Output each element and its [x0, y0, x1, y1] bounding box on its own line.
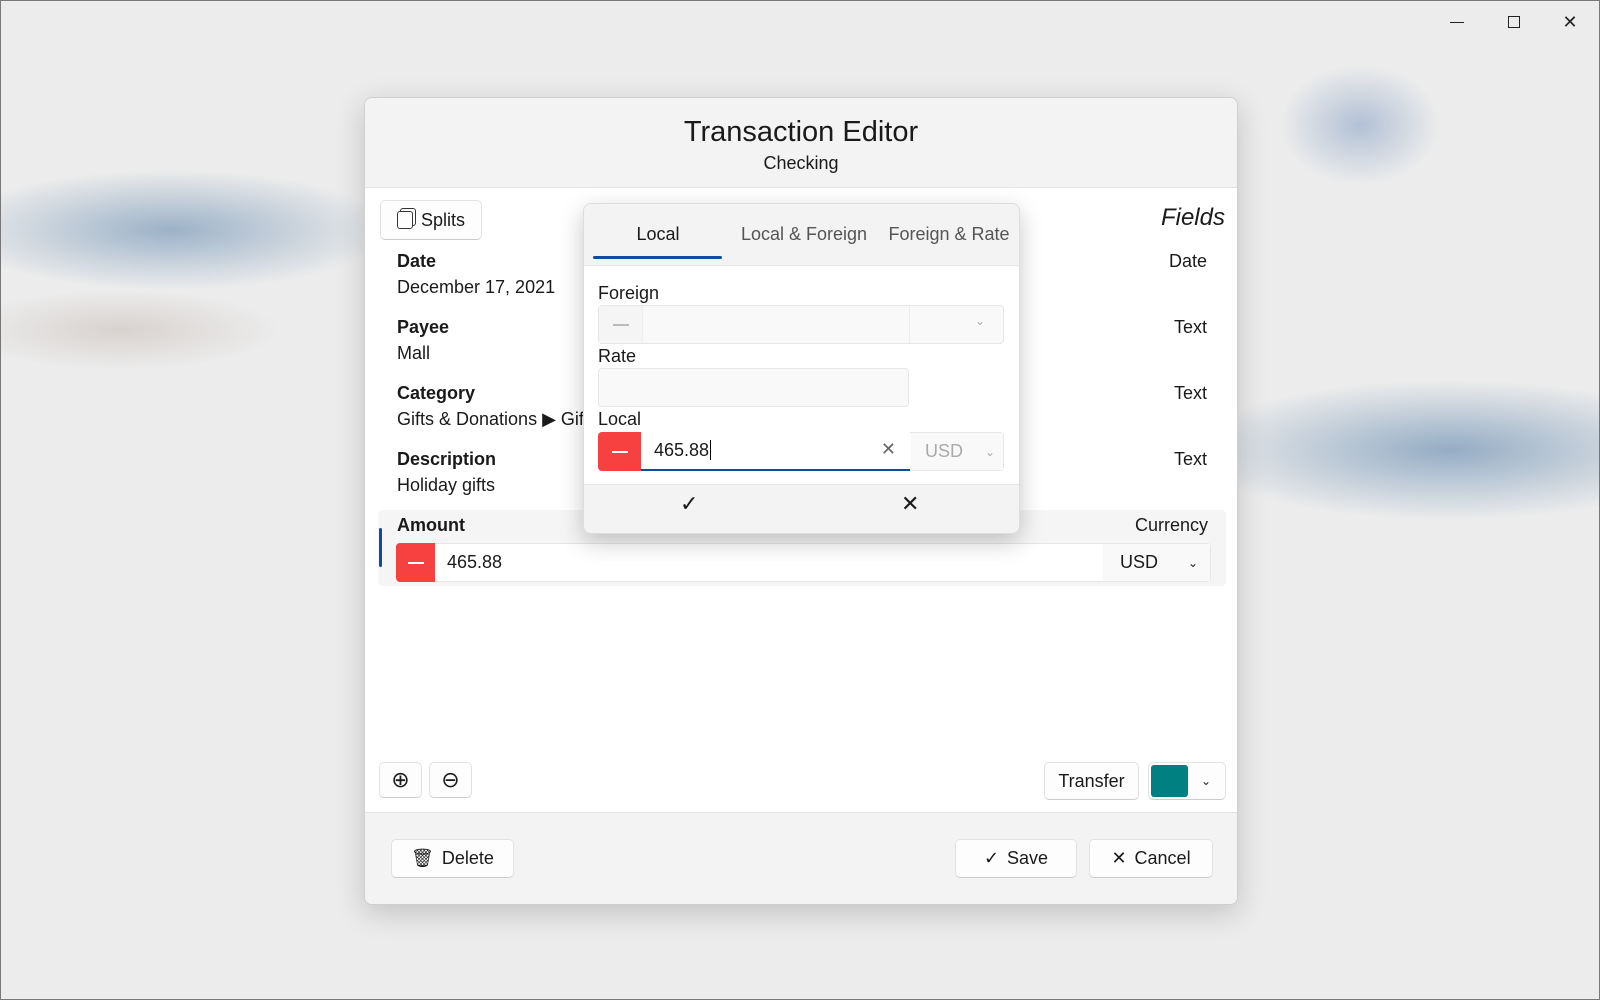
- foreign-currency-dropdown[interactable]: ⌄: [911, 306, 1003, 343]
- amount-sign-toggle[interactable]: [396, 543, 435, 582]
- currency-label: Currency: [1134, 515, 1208, 535]
- copy-icon: [396, 211, 413, 229]
- save-button[interactable]: ✓ Save: [955, 839, 1077, 878]
- payee-label: Payee: [397, 317, 450, 337]
- color-swatch: [1151, 765, 1188, 797]
- local-currency-dropdown[interactable]: USD ⌄: [911, 433, 1003, 470]
- currency-dropdown[interactable]: USD ⌄: [1103, 544, 1210, 581]
- date-value[interactable]: December 17, 2021: [397, 277, 555, 298]
- cancel-label: Cancel: [1134, 848, 1191, 868]
- active-tab-indicator: [593, 256, 722, 259]
- local-input[interactable]: 465.88 ✕: [641, 432, 910, 471]
- local-currency-value: USD: [925, 441, 964, 461]
- minus-icon: [612, 323, 629, 326]
- amount-label: Amount: [397, 515, 465, 535]
- trash-icon: 🗑: [411, 848, 434, 868]
- dismiss-button[interactable]: ✕: [901, 491, 919, 517]
- tab-local[interactable]: Local: [636, 224, 679, 245]
- amount-field: [396, 543, 1211, 582]
- category-field-type[interactable]: Text: [1174, 383, 1207, 404]
- checkmark-icon: ✓: [680, 491, 699, 516]
- amount-flyout: Local Local & Foreign Foreign & Rate For…: [583, 203, 1020, 534]
- date-field-type[interactable]: Date: [1169, 251, 1207, 272]
- dialog-footer: 🗑 Delete ✓ Save ✕ Cancel: [365, 812, 1237, 904]
- description-value[interactable]: Holiday gifts: [397, 475, 495, 496]
- foreign-sign-toggle[interactable]: [599, 306, 642, 343]
- chevron-down-icon: ⌄: [1188, 555, 1199, 570]
- minus-icon: [611, 450, 628, 453]
- splits-button[interactable]: Splits: [380, 200, 482, 240]
- category-value[interactable]: Gifts & Donations ▶ Gif: [397, 409, 584, 430]
- remove-field-button[interactable]: ⊖: [429, 762, 472, 798]
- add-field-button[interactable]: ⊕: [379, 762, 422, 798]
- color-picker-button[interactable]: ⌄: [1148, 762, 1226, 800]
- category-label: Category: [397, 383, 476, 403]
- dialog-header: Transaction Editor Checking: [365, 98, 1237, 188]
- close-icon: ✕: [901, 491, 920, 516]
- chevron-down-icon: ⌄: [1200, 774, 1211, 788]
- checkmark-icon: ✓: [983, 848, 1000, 868]
- close-window-button[interactable]: ✕: [1555, 9, 1585, 35]
- clear-icon[interactable]: ✕: [881, 439, 896, 460]
- local-sign-toggle[interactable]: [598, 432, 641, 471]
- amount-input[interactable]: 465.88: [447, 552, 502, 573]
- splits-label: Splits: [420, 209, 465, 230]
- save-label: Save: [1007, 848, 1049, 868]
- minimize-icon: [1450, 21, 1464, 23]
- description-label: Description: [397, 449, 497, 469]
- confirm-button[interactable]: ✓: [680, 491, 698, 517]
- cancel-button[interactable]: ✕ Cancel: [1089, 839, 1213, 878]
- delete-label: Delete: [441, 848, 494, 868]
- description-field-type[interactable]: Text: [1174, 449, 1207, 470]
- date-label: Date: [397, 251, 437, 271]
- minus-circle-icon: ⊖: [441, 767, 460, 792]
- tab-local-foreign[interactable]: Local & Foreign: [741, 224, 867, 245]
- minimize-button[interactable]: [1442, 9, 1472, 35]
- chevron-down-icon: ⌄: [985, 444, 996, 459]
- maximize-button[interactable]: [1499, 9, 1529, 35]
- dialog-subtitle: Checking: [763, 153, 839, 173]
- plus-circle-icon: ⊕: [391, 767, 410, 792]
- local-input-value: 465.88: [654, 440, 710, 460]
- payee-value[interactable]: Mall: [397, 343, 430, 364]
- fields-heading: Fields: [1160, 204, 1225, 231]
- tab-foreign-rate[interactable]: Foreign & Rate: [888, 224, 1009, 245]
- transfer-label: Transfer: [1058, 770, 1125, 791]
- rate-input[interactable]: [598, 368, 909, 407]
- maximize-icon: [1508, 16, 1520, 28]
- local-label: Local: [598, 409, 642, 429]
- foreign-label: Foreign: [598, 283, 660, 303]
- currency-value: USD: [1120, 552, 1159, 572]
- close-icon: ✕: [1111, 848, 1127, 868]
- close-icon: ✕: [1562, 11, 1578, 32]
- foreign-input[interactable]: [642, 306, 910, 343]
- transfer-button[interactable]: Transfer: [1044, 762, 1139, 800]
- dialog-title: Transaction Editor: [683, 116, 919, 148]
- payee-field-type[interactable]: Text: [1174, 317, 1207, 338]
- delete-button[interactable]: 🗑 Delete: [391, 839, 514, 878]
- rate-label: Rate: [598, 346, 637, 366]
- flyout-body: Foreign ⌄ Rate Local 465.88 ✕ USD ⌄: [584, 265, 1019, 485]
- selection-indicator: [379, 528, 382, 567]
- chevron-down-icon: ⌄: [974, 314, 985, 328]
- minus-icon: [407, 561, 424, 564]
